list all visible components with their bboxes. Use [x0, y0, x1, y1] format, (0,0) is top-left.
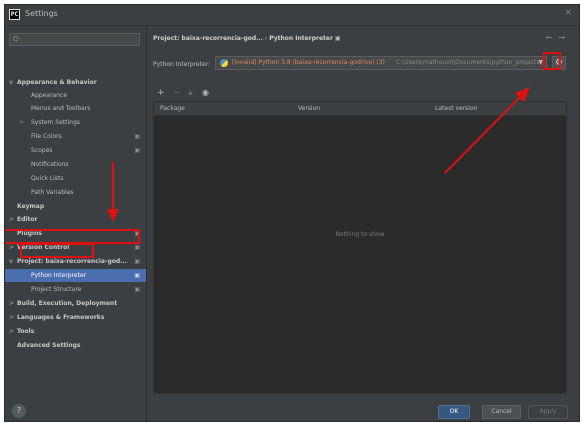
settings-dialog: PC Settings × Q· v Appearance & Behavior A… — [4, 4, 580, 422]
annotation-arrows — [107, 87, 530, 222]
down-arrow-head — [107, 209, 119, 222]
diagonal-arrow-line — [444, 94, 523, 174]
